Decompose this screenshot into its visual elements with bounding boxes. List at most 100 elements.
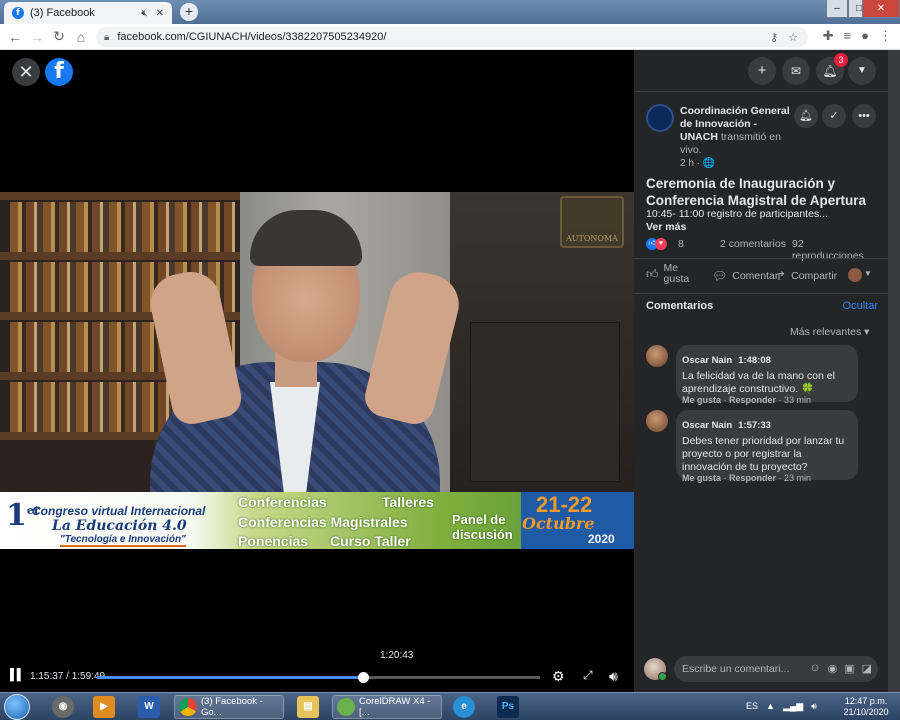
- like-button[interactable]: 👍︎ Me gusta: [646, 263, 694, 285]
- home-icon[interactable]: ⌂: [70, 29, 92, 45]
- tray-arrow-icon[interactable]: ▲: [766, 701, 775, 712]
- share-button[interactable]: ↱ Compartir: [776, 269, 837, 283]
- video-frame[interactable]: AUTONOMA 1er Congreso virtual Internacio…: [0, 192, 634, 549]
- comment-sort-dropdown[interactable]: Más relevantes ▾: [790, 326, 869, 338]
- word-icon[interactable]: W: [138, 696, 160, 718]
- taskbar-clock[interactable]: 12:47 p.m. 21/10/2020: [836, 696, 896, 718]
- seek-bar[interactable]: [97, 672, 540, 683]
- extensions-puzzle-icon[interactable]: ✚: [823, 28, 834, 44]
- comment-video-timestamp[interactable]: 1:48:08: [738, 355, 771, 366]
- comment-reply-link[interactable]: Responder: [729, 473, 776, 483]
- reaction-count[interactable]: 8: [678, 238, 684, 250]
- emoji-icon[interactable]: ☺: [809, 662, 820, 675]
- close-window-button[interactable]: ✕: [862, 0, 900, 18]
- browser-menu-icon[interactable]: ⋮: [879, 28, 892, 44]
- banner-month: Octubre: [522, 514, 595, 533]
- notifications-bell-button[interactable]: 🔔︎ 3: [816, 53, 848, 85]
- playback-time: 1:15:37 / 1:59:49: [30, 671, 106, 682]
- taskbar-app-chrome[interactable]: (3) Facebook - Go...: [174, 695, 284, 719]
- forward-arrow-icon[interactable]: →: [26, 29, 48, 45]
- pause-icon[interactable]: ▌▌: [10, 669, 25, 681]
- edge-icon[interactable]: e: [453, 696, 475, 718]
- comment-bubble: Oscar Nain 1:48:08 La felicidad va de la …: [676, 345, 858, 402]
- url-bar[interactable]: 🔒︎ facebook.com/CGIUNACH/videos/33822075…: [96, 27, 808, 47]
- url-text: facebook.com/CGIUNACH/videos/33822075052…: [117, 31, 387, 43]
- banner-line1: Congreso virtual Internacional: [32, 504, 206, 518]
- start-button[interactable]: [4, 694, 30, 720]
- commenter-avatar[interactable]: [646, 345, 668, 367]
- commenter-avatar[interactable]: [646, 410, 668, 432]
- comment-like-link[interactable]: Me gusta: [682, 395, 721, 405]
- comment-like-link[interactable]: Me gusta: [682, 473, 721, 483]
- reload-icon[interactable]: ↻: [48, 28, 70, 45]
- chrome-icon: [179, 698, 197, 716]
- profile-avatar-icon[interactable]: ●: [861, 28, 869, 44]
- volume-tray-icon[interactable]: 🔊︎: [811, 701, 817, 712]
- follow-bell-icon[interactable]: 🔔︎: [794, 104, 818, 128]
- comment-count[interactable]: 2 comentarios: [720, 238, 786, 250]
- facebook-logo-icon[interactable]: f: [45, 58, 73, 86]
- love-reaction-icon[interactable]: ♥: [655, 238, 667, 250]
- post-timestamp[interactable]: 2 h · 🌐: [680, 158, 715, 169]
- chevron-down-icon[interactable]: ▼: [864, 269, 872, 278]
- back-arrow-icon[interactable]: ←: [4, 29, 26, 45]
- thumbs-up-icon: 👍︎: [646, 266, 659, 281]
- share-as-avatar[interactable]: [848, 268, 862, 282]
- close-tab-icon[interactable]: ✕: [156, 8, 164, 19]
- my-avatar[interactable]: [644, 658, 667, 681]
- comment-text: Debes tener prioridad por lanzar tu proy…: [682, 435, 845, 473]
- photoshop-icon[interactable]: Ps: [497, 696, 519, 718]
- comment-button[interactable]: 💬︎ Comentar: [712, 269, 778, 283]
- comments-header: Comentarios Ocultar: [646, 300, 878, 312]
- post-stats: 👍︎ ♥ 8 2 comentarios 92 reproducciones: [646, 238, 878, 262]
- page-avatar[interactable]: [646, 104, 674, 132]
- comment-bubble-icon: 💬︎: [712, 269, 728, 283]
- settings-gear-icon[interactable]: ⚙: [552, 668, 565, 685]
- media-play-icon[interactable]: ▶: [93, 696, 115, 718]
- comment-input[interactable]: Escribe un comentari... ☺ ◉ ▣ ◪: [674, 656, 878, 682]
- sticker-icon[interactable]: ◪: [862, 662, 872, 675]
- banner-item-conferencias: Conferencias: [238, 494, 327, 510]
- hide-comments-link[interactable]: Ocultar: [843, 300, 878, 312]
- banner-line2: La Educación 4.0: [52, 518, 187, 534]
- comment-text: La felicidad va de la mano con el aprend…: [682, 370, 835, 395]
- share-arrow-icon: ↱: [776, 269, 787, 283]
- media-player-icon[interactable]: ◉: [52, 696, 74, 718]
- new-tab-button[interactable]: +: [180, 3, 198, 21]
- network-icon[interactable]: ▂▄▆: [783, 701, 803, 712]
- fullscreen-icon[interactable]: ⤢: [583, 668, 593, 683]
- lock-icon: 🔒︎: [104, 31, 110, 43]
- comment-author[interactable]: Oscar Nain: [682, 420, 732, 431]
- banner-item-curso-taller: Curso Taller: [330, 533, 411, 549]
- bookmark-star-icon[interactable]: ☆: [788, 31, 798, 44]
- media-queue-icon[interactable]: ≡: [844, 28, 852, 44]
- more-options-icon[interactable]: •••: [852, 104, 876, 128]
- language-indicator[interactable]: ES: [746, 701, 758, 712]
- comment-author[interactable]: Oscar Nain: [682, 355, 732, 366]
- messenger-icon[interactable]: ✉: [782, 57, 810, 85]
- save-post-icon[interactable]: ✓: [822, 104, 846, 128]
- video-player[interactable]: ✕ f AUTONOMA 1er Congreso virtual Intern…: [0, 50, 634, 692]
- event-banner: 1er Congreso virtual Internacional La Ed…: [0, 492, 634, 549]
- seek-bar-handle[interactable]: [357, 672, 369, 683]
- file-explorer-folder-icon[interactable]: ▤: [297, 696, 319, 718]
- facebook-side-panel: + ✉ 🔔︎ 3 ▼ Coordinación General de Innova…: [634, 50, 888, 692]
- key-icon[interactable]: ⚷: [770, 31, 778, 44]
- minimize-button[interactable]: –: [826, 0, 848, 18]
- banner-year: 2020: [588, 532, 615, 546]
- volume-icon[interactable]: 🔊︎: [609, 668, 618, 685]
- comment-reply-link[interactable]: Responder: [729, 395, 776, 405]
- coreldraw-icon: [337, 698, 355, 716]
- browser-tab-facebook[interactable]: f (3) Facebook 🔇︎ ✕: [4, 2, 172, 24]
- comment-meta: Me gusta · Responder · 33 min: [682, 395, 812, 405]
- camera-icon[interactable]: ◉: [828, 662, 838, 675]
- speaker-mute-icon[interactable]: 🔇︎: [141, 8, 147, 19]
- close-video-button[interactable]: ✕: [12, 58, 40, 86]
- create-plus-button[interactable]: +: [748, 57, 776, 85]
- page-scrollbar[interactable]: [888, 50, 900, 692]
- comment-video-timestamp[interactable]: 1:57:33: [738, 420, 771, 431]
- gif-icon[interactable]: ▣: [844, 662, 854, 675]
- account-chevron-down-icon[interactable]: ▼: [848, 57, 876, 85]
- see-more-link[interactable]: Ver más: [646, 221, 686, 233]
- taskbar-app-coreldraw[interactable]: CorelDRAW X4 - [...: [332, 695, 442, 719]
